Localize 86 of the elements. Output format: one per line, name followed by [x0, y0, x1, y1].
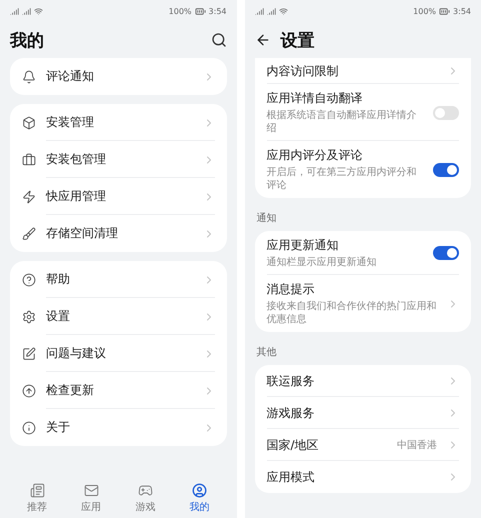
user-icon	[192, 483, 207, 498]
nav-tab[interactable]: 应用	[81, 483, 102, 514]
menu-label: 问题与建议	[46, 345, 107, 362]
menu-item[interactable]: 安装管理	[22, 104, 214, 141]
section-header: 通知	[256, 212, 278, 226]
gamepad-icon	[138, 483, 153, 498]
setting-description: 根据系统语言自动翻译应用详情介绍	[266, 109, 418, 135]
nav-label: 我的	[189, 500, 210, 514]
settings-item[interactable]: 国家/地区 中国香港	[266, 429, 459, 461]
battery-icon	[439, 6, 450, 16]
setting-label: 内容访问限制	[266, 62, 340, 80]
settings-item[interactable]: 应用模式	[266, 461, 459, 493]
battery-percent: 100%	[168, 6, 192, 16]
settings-item[interactable]: 联运服务	[266, 365, 459, 397]
search-icon[interactable]	[210, 32, 226, 48]
section-header: 其他	[256, 346, 278, 360]
setting-description: 通知栏显示应用更新通知	[266, 256, 378, 269]
setting-label: 应用模式	[266, 468, 316, 486]
page-title: 设置	[280, 30, 314, 52]
nav-label: 推荐	[27, 500, 48, 514]
signal-icon	[10, 6, 19, 16]
setting-label: 国家/地区	[266, 436, 320, 454]
lightning-icon	[22, 190, 36, 204]
page-title: 我的	[10, 30, 44, 52]
edit-icon	[22, 346, 36, 360]
menu-label: 设置	[46, 308, 71, 325]
setting-label: 应用更新通知	[266, 237, 340, 254]
setting-label: 消息提示	[266, 281, 316, 298]
bell-icon	[22, 70, 36, 84]
nav-tab[interactable]: 我的	[189, 483, 210, 514]
battery-percent: 100%	[413, 6, 436, 16]
menu-item[interactable]: 快应用管理	[22, 178, 214, 215]
brush-icon	[22, 226, 36, 240]
menu-item[interactable]: 检查更新	[22, 372, 214, 409]
toggle-switch[interactable]	[433, 162, 459, 176]
setting-description: 接收来自我们和合作伙伴的热门应用和优惠信息	[266, 300, 437, 326]
nav-label: 应用	[81, 500, 102, 514]
settings-item[interactable]: 消息提示 接收来自我们和合作伙伴的热门应用和优惠信息	[266, 275, 459, 332]
arrow-up-circle-icon	[22, 384, 36, 398]
setting-label: 应用详情自动翻译	[266, 90, 364, 107]
menu-item[interactable]: 帮助	[22, 261, 214, 298]
toggle-switch[interactable]	[433, 106, 459, 120]
menu-item[interactable]: 安装包管理	[22, 141, 214, 178]
toggle-switch[interactable]	[433, 246, 459, 260]
settings-item[interactable]: 游戏服务	[266, 397, 459, 429]
setting-label: 应用内评分及评论	[266, 147, 364, 164]
settings-item[interactable]: 内容访问限制	[266, 58, 459, 84]
menu-item[interactable]: 关于	[22, 409, 214, 446]
briefcase-icon	[22, 152, 36, 166]
menu-label: 存储空间清理	[46, 225, 119, 242]
signal-icon	[254, 6, 264, 16]
menu-label: 评论通知	[46, 68, 95, 85]
clock-time: 3:54	[453, 6, 471, 16]
settings-item[interactable]: 应用更新通知 通知栏显示应用更新通知	[266, 231, 459, 275]
clock-time: 3:54	[208, 6, 226, 16]
menu-item[interactable]: 评论通知	[22, 58, 214, 95]
menu-label: 关于	[46, 419, 71, 436]
signal-icon	[266, 6, 276, 16]
menu-label: 检查更新	[46, 382, 95, 399]
wifi-icon	[278, 6, 288, 16]
help-icon	[22, 272, 36, 286]
setting-value: 中国香港	[397, 438, 437, 452]
setting-description: 开启后，可在第三方应用内评分和评论	[266, 166, 418, 192]
menu-item[interactable]: 问题与建议	[22, 335, 214, 372]
nav-tab[interactable]: 游戏	[135, 483, 156, 514]
box-icon	[22, 116, 36, 130]
nav-tab[interactable]: 推荐	[27, 483, 48, 514]
back-icon[interactable]	[254, 32, 270, 48]
wifi-icon	[34, 6, 43, 16]
setting-label: 游戏服务	[266, 404, 316, 422]
mail-icon	[84, 483, 99, 498]
settings-icon	[22, 310, 36, 324]
menu-label: 快应用管理	[46, 188, 107, 205]
newspaper-icon	[30, 483, 45, 498]
signal-icon	[22, 6, 31, 16]
nav-label: 游戏	[135, 500, 156, 514]
menu-label: 帮助	[46, 271, 71, 288]
menu-label: 安装包管理	[46, 151, 107, 168]
settings-item[interactable]: 应用内评分及评论 开启后，可在第三方应用内评分和评论	[266, 141, 459, 198]
setting-label: 联运服务	[266, 372, 316, 390]
battery-icon	[194, 6, 206, 16]
menu-item[interactable]: 存储空间清理	[22, 215, 214, 252]
info-icon	[22, 420, 36, 434]
menu-item[interactable]: 设置	[22, 298, 214, 335]
menu-label: 安装管理	[46, 114, 95, 131]
settings-item[interactable]: 应用详情自动翻译 根据系统语言自动翻译应用详情介绍	[266, 84, 459, 141]
